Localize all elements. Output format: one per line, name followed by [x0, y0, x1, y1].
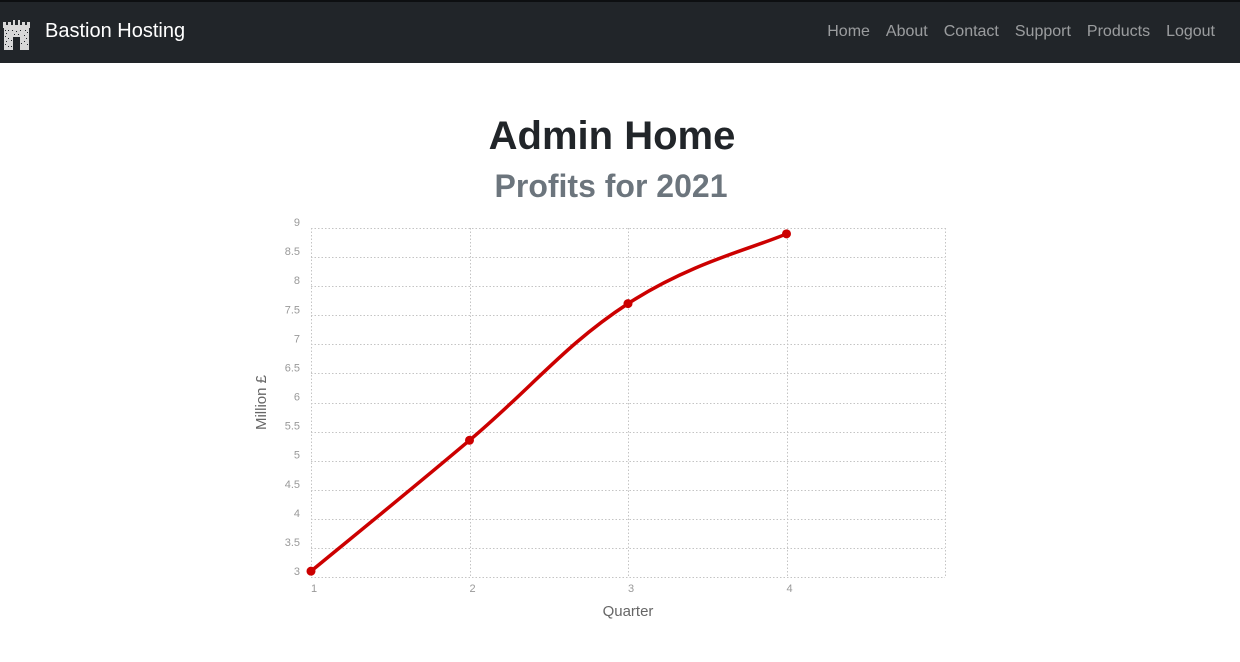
y-tick-label: 8 — [294, 275, 300, 287]
y-tick-label: 5 — [294, 450, 300, 462]
chart-series — [306, 229, 791, 576]
data-point[interactable] — [623, 299, 633, 309]
data-point[interactable] — [782, 229, 791, 239]
chart-grid — [311, 228, 946, 578]
x-tick-label: 2 — [469, 583, 475, 595]
chart-ticks: 3 3.5 4 4.5 5 5.5 6 6.5 7 7.5 8 8.5 9 1 2 3 4 — [285, 217, 793, 595]
y-tick-label: 8.5 — [285, 246, 300, 258]
y-tick-label: 6.5 — [285, 362, 300, 374]
x-axis-title: Quarter — [603, 603, 654, 620]
y-tick-label: 5.5 — [285, 421, 300, 433]
y-tick-label: 3 — [294, 566, 300, 578]
y-tick-label: 9 — [294, 217, 300, 229]
data-point[interactable] — [465, 435, 474, 445]
y-tick-label: 6 — [294, 392, 300, 404]
y-tick-label: 3.5 — [285, 537, 300, 549]
series-line — [309, 232, 789, 573]
y-tick-label: 7.5 — [285, 304, 300, 316]
y-tick-label: 4.5 — [285, 479, 300, 491]
x-tick-label: 4 — [786, 583, 792, 595]
data-point[interactable] — [306, 566, 316, 576]
profits-line-chart: 3 3.5 4 4.5 5 5.5 6 6.5 7 7.5 8 8.5 9 1 2 3 4 Quarter Mi… — [253, 217, 946, 620]
y-axis-title: Million £ — [253, 374, 270, 430]
y-tick-label: 4 — [294, 508, 300, 520]
x-tick-label: 1 — [311, 583, 317, 595]
x-tick-label: 3 — [628, 583, 634, 595]
y-tick-label: 7 — [294, 333, 300, 345]
